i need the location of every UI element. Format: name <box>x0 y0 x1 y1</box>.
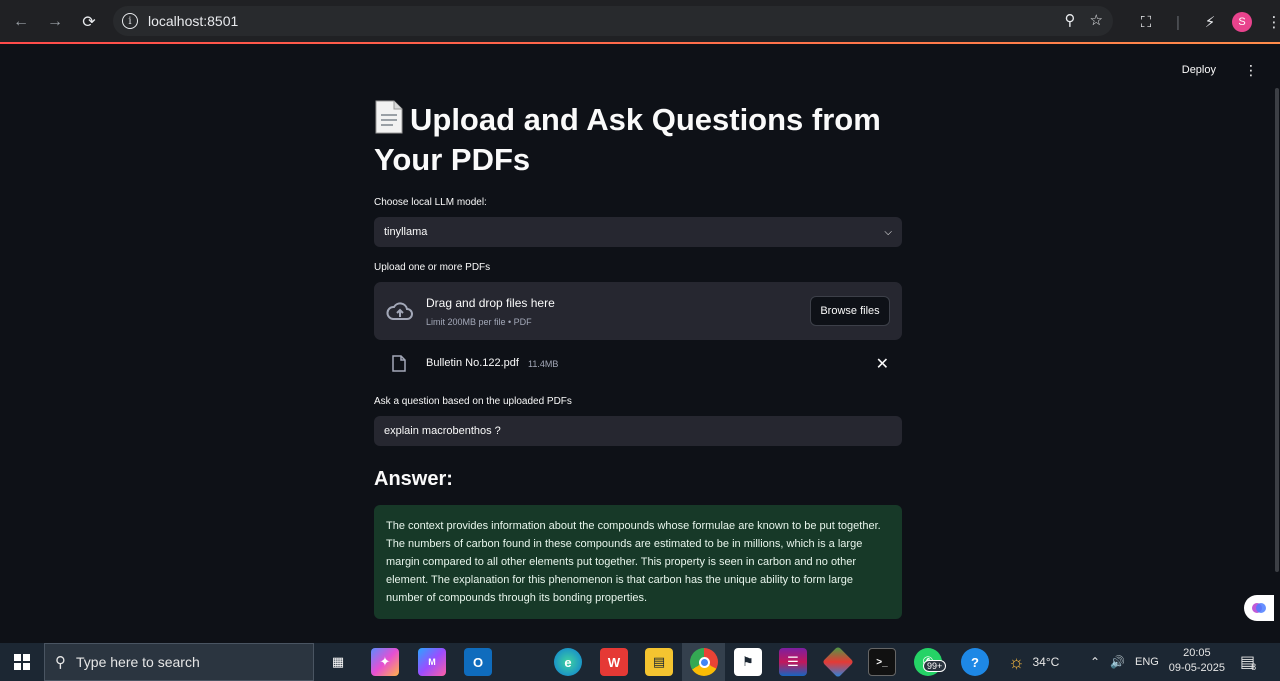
remove-file-icon[interactable]: ✕ <box>876 354 889 374</box>
assistant-floating-button[interactable] <box>1244 595 1274 621</box>
uploaded-file-row: Bulletin No.122.pdf 11.4MB ✕ <box>374 340 902 388</box>
reload-icon[interactable]: ⟳ <box>72 5 106 39</box>
copilot-icon[interactable]: ✦ <box>371 648 399 676</box>
tray-chevron-up-icon[interactable]: ⌃ <box>1090 655 1100 669</box>
question-input[interactable] <box>374 416 902 446</box>
upload-label: Upload one or more PDFs <box>374 262 491 273</box>
answer-text: The context provides information about t… <box>374 505 902 619</box>
notification-count: 8 <box>1251 662 1257 672</box>
title-line-1: Upload and Ask Questions from <box>410 102 881 137</box>
performance-icon[interactable]: ⚡ <box>1194 7 1226 37</box>
url-text: localhost:8501 <box>148 13 239 29</box>
file-dropzone[interactable]: Drag and drop files here Limit 200MB per… <box>374 282 902 340</box>
edge-icon[interactable]: e <box>554 648 582 676</box>
main-menu-icon[interactable]: ⋮ <box>1244 62 1258 79</box>
wps-icon[interactable]: W <box>600 648 628 676</box>
search-placeholder: Type here to search <box>76 654 200 670</box>
terminal-icon[interactable]: >_ <box>868 648 896 676</box>
chevron-down-icon: ⌵ <box>884 226 892 238</box>
model-select-label: Choose local LLM model: <box>374 197 487 208</box>
browser-toolbar: ← → ⟳ i localhost:8501 ⚲ ☆ ⛶ | ⚡ S ⋮ <box>0 0 1280 44</box>
weather-icon: ☼ <box>1008 651 1025 672</box>
start-button[interactable] <box>0 643 44 681</box>
taskbar-clock[interactable]: 20:05 09-05-2025 <box>1169 646 1225 676</box>
winrar-icon[interactable]: ☰ <box>779 648 807 676</box>
uploaded-file-size: 11.4MB <box>528 359 559 369</box>
uploaded-file-name: Bulletin No.122.pdf <box>426 357 519 369</box>
deploy-button[interactable]: Deploy <box>1182 64 1216 76</box>
question-label: Ask a question based on the uploaded PDF… <box>374 396 572 407</box>
chrome-icon[interactable] <box>690 648 718 676</box>
model-select[interactable]: tinyllama ⌵ <box>374 217 902 247</box>
taskbar-search[interactable]: ⚲ Type here to search <box>44 643 314 681</box>
language-indicator[interactable]: ENG <box>1135 656 1159 668</box>
extensions-icon[interactable]: ⛶ <box>1130 7 1162 37</box>
dropzone-limit-text: Limit 200MB per file • PDF <box>426 317 532 327</box>
brain-icon <box>1252 603 1266 613</box>
zoom-icon[interactable]: ⚲ <box>1065 11 1076 29</box>
dropzone-title: Drag and drop files here <box>426 296 555 310</box>
browse-files-button[interactable]: Browse files <box>810 296 890 326</box>
outlook-icon[interactable]: O <box>464 648 492 676</box>
search-icon: ⚲ <box>55 654 66 671</box>
clock-date: 09-05-2025 <box>1168 662 1225 674</box>
ollama-icon[interactable]: ⚑ <box>734 648 762 676</box>
site-info-icon[interactable]: i <box>122 13 138 29</box>
help-icon[interactable]: ? <box>961 648 989 676</box>
address-bar[interactable]: i localhost:8501 ⚲ ☆ <box>113 6 1113 36</box>
kebab-menu-icon[interactable]: ⋮ <box>1258 7 1280 37</box>
toolbar-divider: | <box>1176 13 1180 31</box>
model-select-value: tinyllama <box>384 226 428 238</box>
bookmark-star-icon[interactable]: ☆ <box>1090 11 1103 29</box>
file-icon <box>392 355 406 372</box>
main-content: Upload and Ask Questions from Your PDFs … <box>374 100 902 619</box>
title-line-2: Your PDFs <box>374 142 531 177</box>
answer-heading: Answer: <box>374 468 453 490</box>
m365-icon[interactable]: M <box>418 648 446 676</box>
scrollbar[interactable] <box>1275 88 1279 572</box>
notification-center-icon[interactable]: ▤ 8 <box>1240 643 1256 681</box>
weather-temp: 34°C <box>1032 655 1060 669</box>
document-icon <box>375 100 403 134</box>
weather-widget[interactable]: ☼ 34°C <box>1008 643 1059 681</box>
whatsapp-badge: 99+ <box>923 660 947 672</box>
profile-avatar[interactable]: S <box>1226 7 1258 37</box>
clock-time: 20:05 <box>1183 647 1211 659</box>
cloud-upload-icon <box>386 302 413 320</box>
system-tray: ⌃ 🔊 ENG <box>1090 643 1159 681</box>
windows-taskbar: ⚲ Type here to search <box>0 643 1280 681</box>
file-explorer-icon[interactable]: ▤ <box>645 648 673 676</box>
page-title: Upload and Ask Questions from Your PDFs <box>374 100 902 180</box>
app-main: Deploy ⋮ Upload and Ask Questions from Y… <box>0 44 1280 643</box>
task-view-icon[interactable]: ▦ <box>324 648 352 676</box>
forward-icon[interactable]: → <box>38 5 72 39</box>
avatar: S <box>1232 12 1252 32</box>
speaker-icon[interactable]: 🔊 <box>1110 655 1125 669</box>
windows-logo-icon <box>14 654 30 670</box>
back-icon[interactable]: ← <box>4 5 38 39</box>
